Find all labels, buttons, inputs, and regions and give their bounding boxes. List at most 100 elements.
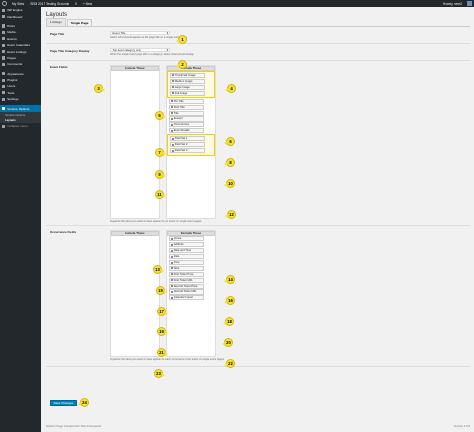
callout-badge: 20	[222, 338, 233, 347]
tab-single-page[interactable]: Single Page	[66, 18, 93, 27]
comments-count[interactable]: 0	[72, 2, 80, 6]
users-icon	[2, 84, 6, 89]
sortable-item[interactable]: Address	[168, 242, 204, 248]
venture-icon	[2, 107, 6, 111]
sortable-item[interactable]: Event Details	[168, 128, 204, 134]
sortable-item[interactable]: Date	[168, 254, 204, 260]
callout-badge: 22	[224, 359, 235, 368]
callout-badge: 18	[223, 317, 234, 326]
page-title-category-label: Page Title Category Display	[50, 48, 90, 53]
callout-badge: 19	[157, 327, 168, 336]
sortable-item[interactable]: Title	[168, 110, 204, 116]
occurrence-fields-label: Occurrence Fields	[50, 229, 77, 234]
drag-handle-icon	[170, 290, 173, 293]
footer-credit: Options Page Created with Titan Framewor…	[46, 424, 102, 428]
drag-handle-icon	[170, 100, 173, 103]
sortable-item[interactable]: Field Set 3	[169, 148, 205, 154]
callout-badge: 5	[155, 111, 166, 120]
sortable-item[interactable]: Second Ticket Price	[168, 283, 204, 289]
callout-badge: 16	[224, 296, 235, 305]
sortable-item[interactable]: Field Set 1	[169, 136, 205, 142]
wordpress-logo-icon[interactable]	[2, 1, 7, 6]
sortable-item[interactable]: Calendar Import	[168, 295, 204, 301]
sortable-item[interactable]: Excerpt	[168, 116, 204, 122]
callout-badge: 3	[94, 84, 105, 93]
occurrence-include-column[interactable]: Include These	[110, 229, 160, 357]
wpengine-icon	[2, 8, 6, 12]
events-icon	[2, 37, 6, 41]
page-title: Layouts	[46, 11, 68, 18]
drag-handle-icon	[170, 123, 173, 126]
sortable-item[interactable]: Time	[168, 259, 204, 266]
drag-handle-icon	[170, 129, 173, 132]
sortable-item[interactable]: Post Title	[168, 104, 204, 110]
callout-badge: 4	[225, 84, 236, 93]
page-title-category-row: Page Title Category Display Top level ca…	[46, 47, 470, 60]
callout-badge: 9	[155, 170, 166, 179]
callout-badge: 11	[155, 190, 166, 199]
sortable-item[interactable]: Second Ticket URL	[168, 289, 204, 295]
site-name-menu[interactable]: SEM 2017 Testing Grounds	[27, 2, 72, 6]
callout-badge: 12	[225, 210, 236, 219]
occurrence-exclude-column[interactable]: Exclude These Venue Address Date and Tim…	[166, 229, 216, 357]
page-title-select[interactable]: Event Title ▾	[110, 30, 170, 35]
drag-handle-icon	[171, 92, 174, 95]
howdy-user-menu[interactable]: Howdy, sem2	[440, 2, 465, 6]
main-content: Layouts Listings Single Page Page Title …	[46, 10, 470, 367]
page-title-row: Page Title Event Title ▾ Select what shou…	[46, 30, 470, 43]
event-exclude-column[interactable]: Exclude These Thumbnail Image Medium Ima…	[166, 64, 216, 219]
tab-bar: Listings Single Page	[46, 18, 470, 27]
sortable-item[interactable]: Occurrences	[168, 122, 204, 128]
tab-listings[interactable]: Listings	[46, 18, 66, 26]
save-changes-button[interactable]: Save Changes	[50, 400, 77, 406]
dashboard-icon	[2, 14, 6, 19]
drag-handle-icon	[170, 279, 173, 282]
drag-handle-icon	[170, 117, 173, 120]
my-sites-menu[interactable]: My Sites	[9, 2, 27, 6]
page-title-label: Page Title	[50, 31, 65, 36]
sortable-item[interactable]: Field Set 2	[169, 142, 205, 148]
event-include-column[interactable]: Include These	[110, 64, 160, 219]
sortable-item[interactable]: Note	[168, 265, 204, 271]
listings-icon	[2, 49, 6, 54]
event-fields-desc: Organize the items you want to have appe…	[110, 219, 202, 223]
drag-handle-icon	[171, 74, 174, 77]
drag-handle-icon	[171, 86, 174, 89]
tools-icon	[2, 91, 6, 95]
page-title-category-desc: When the single event page title is a ca…	[110, 52, 195, 56]
drag-handle-icon	[170, 243, 173, 246]
drag-handle-icon	[171, 80, 174, 83]
event-fields-row: Event Fields Include These Exclude These…	[46, 64, 470, 225]
callout-badge: 24	[78, 398, 89, 407]
chevron-down-icon: ▾	[166, 47, 168, 52]
callout-badge: 1	[176, 35, 187, 44]
avatar[interactable]	[467, 1, 472, 6]
chevron-down-icon: ▾	[166, 30, 168, 35]
sortable-item[interactable]: Medium Image	[169, 78, 205, 84]
sortable-item[interactable]: Full Image	[169, 90, 205, 96]
sortable-item[interactable]: First Ticket URL	[168, 277, 204, 283]
sortable-item[interactable]: First Ticket Price	[168, 271, 204, 277]
drag-handle-icon	[170, 237, 173, 240]
drag-handle-icon	[171, 149, 174, 152]
sortable-item[interactable]: Large Image	[169, 84, 205, 90]
drag-handle-icon	[170, 296, 173, 299]
sortable-item[interactable]: Date and Time	[168, 248, 204, 254]
occurrence-include-heading: Include These	[111, 230, 159, 236]
drag-handle-icon	[170, 273, 173, 276]
collapse-menu-button[interactable]: Collapse menu	[0, 123, 41, 129]
event-fields-label: Event Fields	[50, 64, 68, 69]
callout-badge: 10	[224, 179, 235, 188]
event-include-heading: Include These	[111, 65, 159, 71]
sortable-item[interactable]: Thumbnail Image	[169, 72, 205, 78]
occurrence-fields-desc: Organize the items you want to have appe…	[110, 357, 225, 361]
callout-badge: 14	[224, 275, 235, 284]
new-content-menu[interactable]: + New	[80, 2, 95, 6]
occurrence-exclude-heading: Exclude These	[167, 230, 215, 236]
drag-handle-icon	[171, 143, 174, 146]
sortable-item[interactable]: Pre Title	[168, 98, 204, 104]
callout-badge: 2	[176, 60, 187, 69]
sortable-item[interactable]: Venue	[168, 236, 204, 242]
page-title-category-select[interactable]: Top level category only ▾	[110, 47, 170, 52]
calendar-icon	[2, 43, 6, 47]
